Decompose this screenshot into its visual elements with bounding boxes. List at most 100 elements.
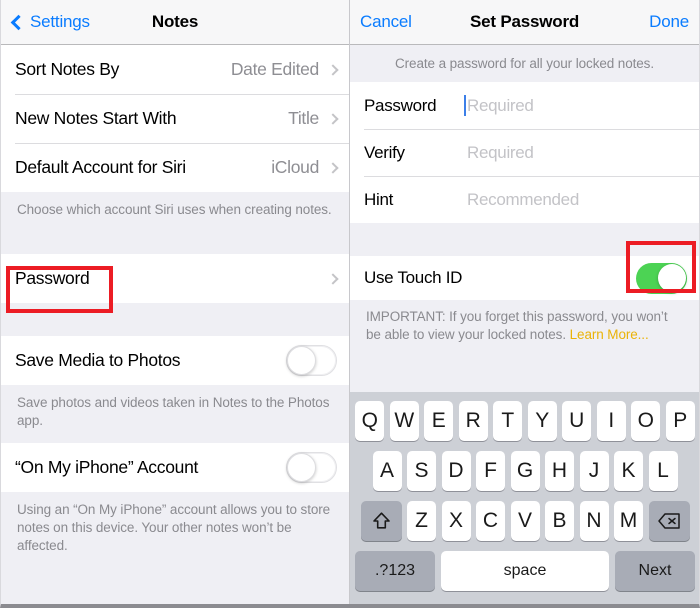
toggle-knob [287,453,316,482]
set-password-instruction: Create a password for all your locked no… [350,45,699,82]
chevron-left-icon [10,14,27,30]
password-fields-group: Password Required Verify Required Hint R… [350,82,699,223]
section-gap [1,303,349,336]
verify-placeholder: Required [467,142,534,162]
space-key[interactable]: space [441,551,609,591]
right-navbar: Cancel Set Password Done [350,0,699,45]
hint-placeholder: Recommended [467,189,579,209]
key-y[interactable]: Y [527,401,557,441]
key-g[interactable]: G [510,451,540,491]
key-b[interactable]: B [545,501,574,541]
key-t[interactable]: T [493,401,523,441]
key-j[interactable]: J [579,451,609,491]
back-to-settings-button[interactable]: Settings [10,12,90,32]
field-row-hint[interactable]: Hint Recommended [350,176,699,223]
key-s[interactable]: S [407,451,436,491]
row-value: iCloud [271,157,319,177]
touch-id-group: Use Touch ID [350,256,699,300]
key-u[interactable]: U [562,401,592,441]
learn-more-link[interactable]: Learn More... [570,327,649,342]
delete-icon [658,513,680,529]
field-label: Hint [364,189,394,209]
cancel-button[interactable]: Cancel [360,12,412,32]
field-label: Verify [364,142,405,162]
password-input[interactable]: Required [464,95,685,116]
password-placeholder: Required [467,95,534,115]
row-label: Sort Notes By [15,59,120,79]
chevron-right-icon [327,112,339,125]
row-default-account-for-siri[interactable]: Default Account for Siri iCloud [1,143,349,192]
key-i[interactable]: I [596,401,626,441]
key-q[interactable]: Q [355,401,385,441]
on-my-iphone-toggle[interactable] [286,452,337,483]
key-v[interactable]: V [510,501,540,541]
key-c[interactable]: C [476,501,505,541]
section-gap [350,223,699,256]
shift-icon [372,512,390,530]
save-media-group: Save Media to Photos [1,336,349,385]
key-h[interactable]: H [545,451,574,491]
key-l[interactable]: L [648,451,678,491]
keyboard-row-4: .?123 space Next [350,551,699,591]
row-label: New Notes Start With [15,108,177,128]
chevron-right-icon [327,161,339,174]
back-button-label: Settings [30,12,90,31]
verify-input[interactable]: Required [464,143,685,163]
key-z[interactable]: Z [407,501,436,541]
row-value: Title [288,108,319,128]
on-my-iphone-note: Using an “On My iPhone” account allows y… [1,492,349,567]
keyboard-row-3-letters: ZXCVBNM [407,501,643,541]
key-a[interactable]: A [372,451,402,491]
chevron-right-icon [327,272,339,285]
row-label: “On My iPhone” Account [15,457,199,477]
on-my-iphone-group: “On My iPhone” Account [1,443,349,492]
keyboard-row-2: ASDFGHJKL [350,451,699,491]
chevron-right-icon [327,63,339,76]
onscreen-keyboard: QWERTYUIOP ASDFGHJKL ZXCVBNM .?123 space… [350,392,699,604]
important-note: IMPORTANT: If you forget this password, … [350,300,699,356]
key-x[interactable]: X [441,501,471,541]
shift-key[interactable] [360,501,402,541]
hint-input[interactable]: Recommended [464,190,685,210]
app-screenshot: Settings Notes Sort Notes By Date Edited… [0,0,700,608]
done-button[interactable]: Done [649,12,689,32]
row-label: Use Touch ID [364,268,463,287]
row-value: Date Edited [230,59,319,79]
row-password[interactable]: Password [1,254,349,303]
key-m[interactable]: M [614,501,643,541]
key-w[interactable]: W [389,401,419,441]
field-row-verify[interactable]: Verify Required [350,129,699,176]
row-use-touch-id[interactable]: Use Touch ID [350,256,699,300]
key-d[interactable]: D [441,451,471,491]
save-media-toggle[interactable] [286,345,337,376]
row-label: Password [15,268,90,288]
left-navbar: Settings Notes [1,0,349,45]
row-save-media-to-photos[interactable]: Save Media to Photos [1,336,349,385]
password-group: Password [1,254,349,303]
field-label: Password [364,95,437,115]
row-sort-notes-by[interactable]: Sort Notes By Date Edited [1,45,349,94]
delete-key[interactable] [648,501,690,541]
key-r[interactable]: R [458,401,488,441]
siri-account-note: Choose which account Siri uses when crea… [1,192,349,254]
notes-settings-panel: Settings Notes Sort Notes By Date Edited… [1,0,350,604]
row-on-my-iphone-account[interactable]: “On My iPhone” Account [1,443,349,492]
row-label: Default Account for Siri [15,157,186,177]
next-key[interactable]: Next [615,551,695,591]
key-f[interactable]: F [476,451,505,491]
key-e[interactable]: E [424,401,454,441]
keyboard-row-1: QWERTYUIOP [350,401,699,441]
touch-id-toggle[interactable] [636,262,687,294]
toggle-knob [287,346,316,375]
key-p[interactable]: P [665,401,695,441]
set-password-panel: Cancel Set Password Done Create a passwo… [350,0,699,604]
key-o[interactable]: O [631,401,661,441]
text-caret [464,95,466,116]
field-row-password[interactable]: Password Required [350,82,699,129]
key-n[interactable]: N [579,501,609,541]
key-k[interactable]: K [614,451,643,491]
toggle-knob [657,264,686,292]
keyboard-row-3: ZXCVBNM [350,501,699,541]
numbers-key[interactable]: .?123 [355,551,435,591]
row-new-notes-start-with[interactable]: New Notes Start With Title [1,94,349,143]
